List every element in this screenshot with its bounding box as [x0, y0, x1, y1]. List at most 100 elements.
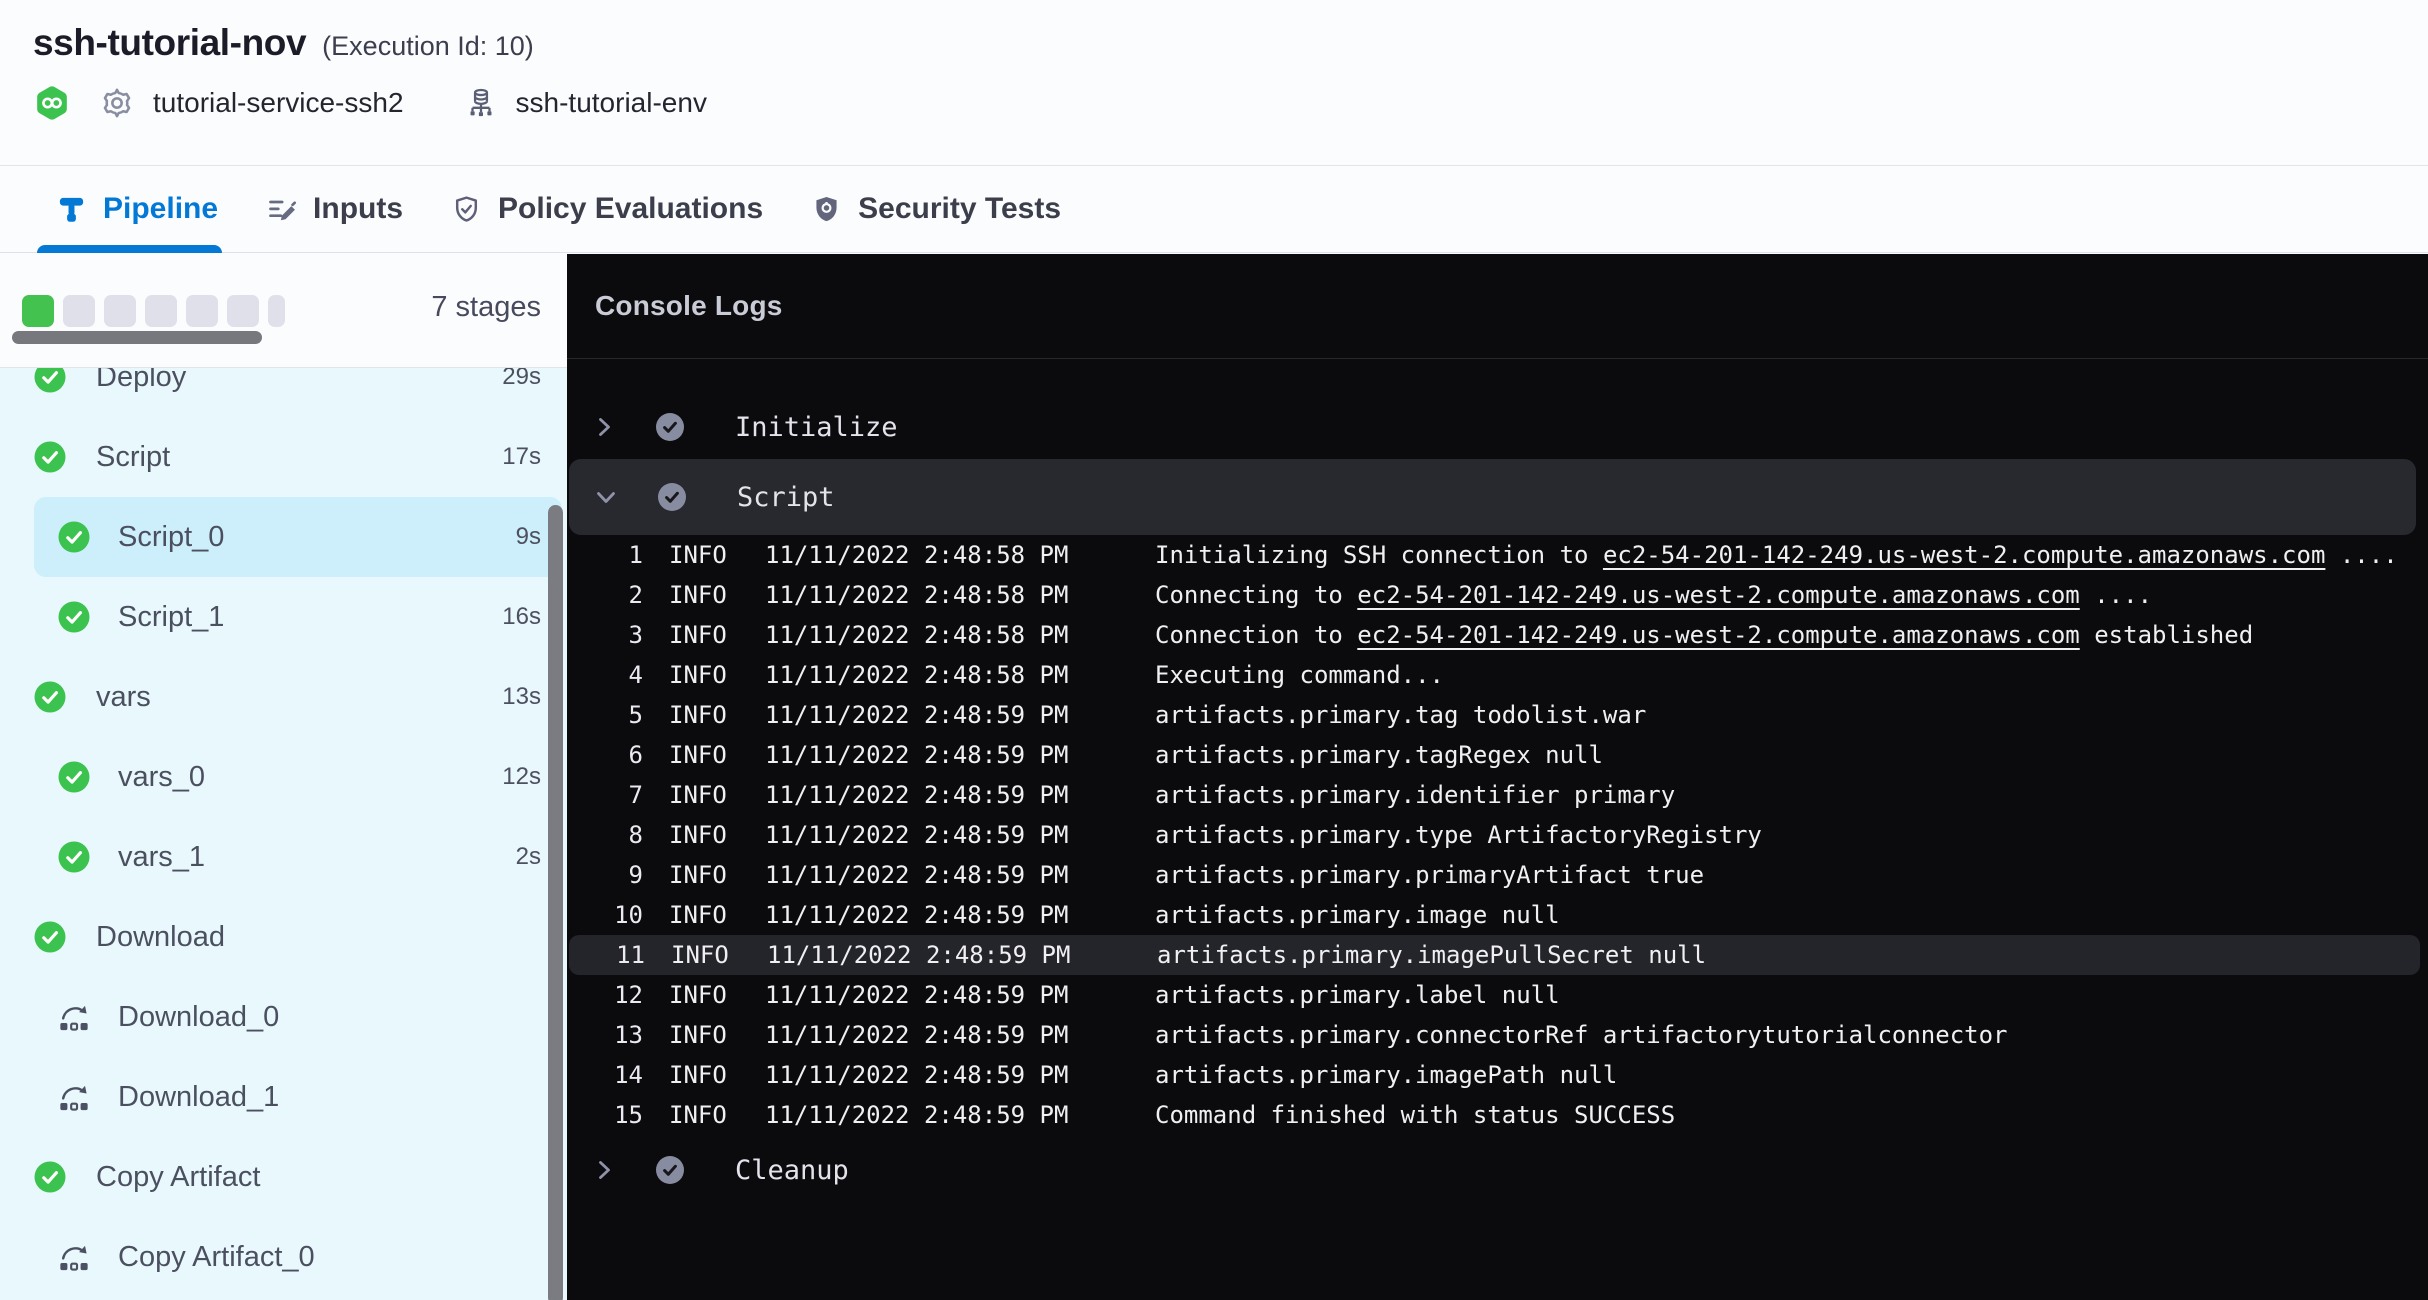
stage-sidebar: 7 stages Deploy29sScript17sScript_09sScr… — [0, 254, 567, 1300]
log-message: Command finished with status SUCCESS — [1155, 1101, 1675, 1129]
log-line: 5INFO11/11/2022 2:48:59 PMartifacts.prim… — [567, 695, 2428, 735]
stage-row-download-1[interactable]: Download_1 — [0, 1057, 567, 1137]
console-title: Console Logs — [595, 290, 783, 322]
success-check-icon — [34, 441, 66, 473]
log-level: INFO — [669, 701, 765, 729]
log-section-script[interactable]: Script — [569, 459, 2416, 535]
stage-row-vars[interactable]: vars13s — [0, 657, 567, 737]
stage-row-download-0[interactable]: Download_0 — [0, 977, 567, 1057]
log-line-number[interactable]: 6 — [567, 741, 643, 769]
log-timestamp: 11/11/2022 2:48:59 PM — [765, 981, 1125, 1009]
log-line-number[interactable]: 15 — [567, 1101, 643, 1129]
chevron-right-icon[interactable] — [592, 1158, 616, 1182]
log-line-number[interactable]: 14 — [567, 1061, 643, 1089]
section-label: Initialize — [735, 412, 898, 443]
log-line-number[interactable]: 13 — [567, 1021, 643, 1049]
log-host-link[interactable]: ec2-54-201-142-249.us-west-2.compute.ama… — [1357, 621, 2079, 649]
stage-duration: 29s — [502, 368, 541, 391]
tab-inputs[interactable]: Inputs — [266, 166, 403, 252]
log-line-number[interactable]: 10 — [567, 901, 643, 929]
log-level: INFO — [669, 901, 765, 929]
log-timestamp: 11/11/2022 2:48:58 PM — [765, 581, 1125, 609]
log-timestamp: 11/11/2022 2:48:59 PM — [765, 1021, 1125, 1049]
stage-list: Deploy29sScript17sScript_09sScript_116sv… — [0, 368, 567, 1300]
environment-name[interactable]: ssh-tutorial-env — [516, 87, 707, 119]
log-level: INFO — [669, 621, 765, 649]
log-line-number[interactable]: 5 — [567, 701, 643, 729]
log-level: INFO — [669, 581, 765, 609]
log-section-cleanup[interactable]: Cleanup — [567, 1145, 2428, 1195]
stage-row-vars-0[interactable]: vars_012s — [0, 737, 567, 817]
log-line: 11INFO11/11/2022 2:48:59 PMartifacts.pri… — [569, 935, 2420, 975]
log-line-number[interactable]: 1 — [567, 541, 643, 569]
chevron-down-icon[interactable] — [594, 485, 618, 509]
log-line: 6INFO11/11/2022 2:48:59 PMartifacts.prim… — [567, 735, 2428, 775]
log-level: INFO — [669, 541, 765, 569]
tab-policy-evaluations[interactable]: Policy Evaluations — [451, 166, 763, 252]
log-level: INFO — [669, 1061, 765, 1089]
stage-progress-square — [22, 295, 54, 327]
stage-row-script-1[interactable]: Script_116s — [0, 577, 567, 657]
stage-duration: 12s — [502, 763, 541, 791]
log-timestamp: 11/11/2022 2:48:58 PM — [765, 661, 1125, 689]
log-line-number[interactable]: 12 — [567, 981, 643, 1009]
stage-row-download[interactable]: Download — [0, 897, 567, 977]
console-log-area: InitializeScript1INFO11/11/2022 2:48:58 … — [567, 359, 2428, 1300]
step-success-badge-icon — [655, 412, 685, 442]
log-line-number[interactable]: 7 — [567, 781, 643, 809]
log-timestamp: 11/11/2022 2:48:59 PM — [765, 861, 1125, 889]
stage-progress-square — [145, 295, 177, 327]
section-label: Cleanup — [735, 1155, 849, 1186]
log-line-number[interactable]: 4 — [567, 661, 643, 689]
log-line: 13INFO11/11/2022 2:48:59 PMartifacts.pri… — [567, 1015, 2428, 1055]
execution-header: ssh-tutorial-nov (Execution Id: 10) tuto… — [0, 0, 2428, 165]
log-line: 1INFO11/11/2022 2:48:58 PMInitializing S… — [567, 535, 2428, 575]
stage-row-deploy[interactable]: Deploy 29s — [0, 368, 567, 417]
stage-row-script-0[interactable]: Script_0 9s — [0, 497, 567, 577]
log-message: artifacts.primary.label null — [1155, 981, 1560, 1009]
log-text: artifacts.primary.imagePullSecret null — [1157, 941, 1706, 969]
security-shield-icon — [811, 194, 842, 225]
log-line: 10INFO11/11/2022 2:48:59 PMartifacts.pri… — [567, 895, 2428, 935]
step-success-badge-icon — [657, 482, 687, 512]
log-message: artifacts.primary.type ArtifactoryRegist… — [1155, 821, 1762, 849]
title-row: ssh-tutorial-nov (Execution Id: 10) — [0, 0, 2428, 64]
stage-label: Script_0 — [118, 521, 224, 554]
log-line-number[interactable]: 8 — [567, 821, 643, 849]
stage-progress-square — [186, 295, 218, 327]
log-message: artifacts.primary.connectorRef artifacto… — [1155, 1021, 2008, 1049]
stage-label: Deploy — [96, 368, 186, 394]
log-line: 3INFO11/11/2022 2:48:58 PMConnection to … — [567, 615, 2428, 655]
meta-row: tutorial-service-ssh2 ssh-tutorial-env — [0, 84, 2428, 122]
success-check-icon — [34, 681, 66, 713]
stage-row-copy-artifact[interactable]: Copy Artifact — [0, 1137, 567, 1217]
stage-row-vars-1[interactable]: vars_1 2s — [0, 817, 567, 897]
tab-pipeline[interactable]: Pipeline — [56, 166, 218, 252]
section-label: Script — [737, 482, 835, 513]
log-host-link[interactable]: ec2-54-201-142-249.us-west-2.compute.ama… — [1357, 581, 2079, 609]
log-line-number[interactable]: 11 — [569, 941, 645, 969]
tab-security-tests[interactable]: Security Tests — [811, 166, 1061, 252]
stage-label: vars_1 — [118, 841, 205, 874]
stage-progress-squares — [22, 295, 285, 327]
log-line-number[interactable]: 9 — [567, 861, 643, 889]
log-section-initialize[interactable]: Initialize — [567, 395, 2428, 459]
vertical-scrollbar-thumb[interactable] — [548, 505, 563, 1300]
stage-row-copy-artifact-0[interactable]: Copy Artifact_0 — [0, 1217, 567, 1297]
log-line-number[interactable]: 2 — [567, 581, 643, 609]
success-check-icon — [34, 921, 66, 953]
service-name[interactable]: tutorial-service-ssh2 — [153, 87, 404, 119]
log-message: artifacts.primary.imagePath null — [1155, 1061, 1617, 1089]
success-hexagon-icon — [33, 84, 71, 122]
stage-duration: 13s — [502, 683, 541, 711]
horizontal-scrollbar-thumb[interactable] — [12, 331, 262, 344]
chevron-right-icon[interactable] — [592, 415, 616, 439]
log-text: Connection to — [1155, 621, 1357, 649]
log-host-link[interactable]: ec2-54-201-142-249.us-west-2.compute.ama… — [1603, 541, 2325, 569]
log-line-number[interactable]: 3 — [567, 621, 643, 649]
log-line: 8INFO11/11/2022 2:48:59 PMartifacts.prim… — [567, 815, 2428, 855]
stage-duration: 2s — [516, 843, 541, 871]
stage-duration: 9s — [516, 523, 541, 551]
stage-label: Download_1 — [118, 1081, 279, 1114]
stage-row-script[interactable]: Script17s — [0, 417, 567, 497]
